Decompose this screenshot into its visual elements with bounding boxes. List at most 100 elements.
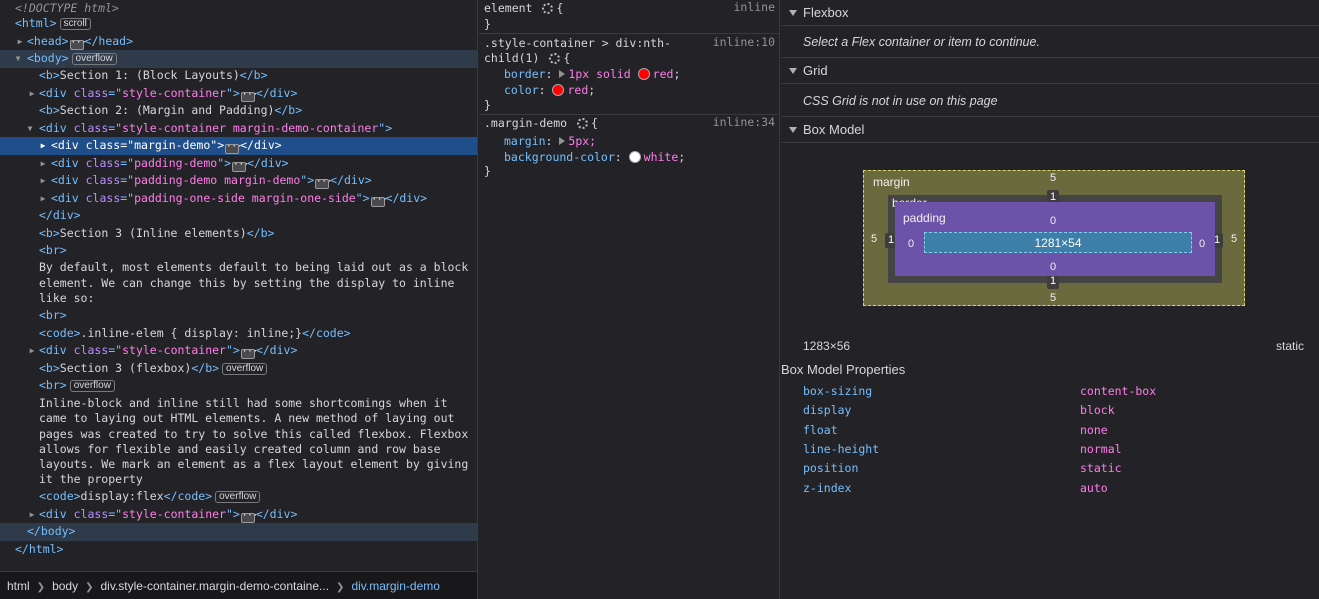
ellipsis-icon[interactable]: ···	[240, 512, 258, 523]
gear-icon[interactable]	[577, 118, 589, 129]
props-section-header[interactable]: Box Model Properties	[781, 361, 905, 379]
ellipsis-icon[interactable]: ···	[240, 91, 258, 102]
br-node[interactable]: <br>	[0, 242, 477, 260]
margin-top[interactable]: 5	[1047, 172, 1059, 184]
collapse-icon[interactable]: ▼	[26, 120, 34, 137]
overflow-badge[interactable]: overflow	[71, 53, 117, 65]
prop-name: position	[803, 461, 859, 475]
div-node[interactable]: ▶ <div class="style-container"> ···</div>	[0, 342, 477, 360]
declaration[interactable]: border: 1px solid red;	[484, 66, 779, 83]
chevron-down-icon	[789, 10, 797, 16]
scroll-badge[interactable]: scroll	[59, 18, 91, 30]
boxmodel-section-header[interactable]: Box Model	[781, 117, 1319, 143]
html-close[interactable]: </html>	[0, 541, 477, 559]
padding-right[interactable]: 0	[1196, 238, 1208, 250]
collapse-icon[interactable]: ▼	[14, 50, 22, 67]
ellipsis-icon[interactable]: ···	[69, 39, 87, 50]
expand-icon[interactable]: ▶	[16, 33, 24, 50]
div-node[interactable]: ▼ <div class="style-container margin-demo…	[0, 120, 477, 138]
prop-value[interactable]: auto	[1080, 481, 1108, 495]
div-node[interactable]: ▶ <div class="padding-one-side margin-one…	[0, 190, 477, 208]
text-node[interactable]: it the property	[0, 471, 477, 489]
div-close[interactable]: </div>	[0, 207, 477, 225]
element-size: 1283×56	[803, 339, 851, 353]
div-node[interactable]: ▶ <div class="style-container"> ···</div>	[0, 506, 477, 524]
ellipsis-icon[interactable]: ···	[232, 161, 249, 172]
overflow-badge[interactable]: overflow	[215, 491, 261, 503]
text-node[interactable]: came to laying out HTML elements. A new …	[0, 410, 477, 428]
overflow-badge[interactable]: overflow	[69, 380, 115, 392]
text-node[interactable]: By default, most elements default to bei…	[0, 259, 477, 277]
grid-section-header[interactable]: Grid	[781, 58, 1319, 84]
expand-icon[interactable]: ▶	[28, 85, 36, 102]
color-swatch-icon[interactable]	[637, 68, 650, 80]
gear-icon[interactable]	[542, 3, 554, 14]
b-node[interactable]: <b>Section 2: (Margin and Padding)</b>	[0, 102, 477, 120]
border-bottom[interactable]: 1	[1047, 274, 1059, 289]
rule-source[interactable]: inline	[733, 0, 775, 14]
prop-value[interactable]: none	[1080, 423, 1108, 437]
crumb-container[interactable]: div.style-container.margin-demo-containe…	[100, 579, 329, 593]
boxmodel-content[interactable]: 1281×54	[924, 232, 1192, 253]
rule-source[interactable]: inline:34	[713, 115, 775, 129]
selected-node[interactable]: ▶ <div class="margin-demo"> ···</div>	[0, 137, 477, 155]
b-node[interactable]: <b>Section 3 (Inline elements)</b>	[0, 225, 477, 243]
expand-icon[interactable]	[559, 70, 566, 78]
crumb-body[interactable]: body	[52, 579, 78, 593]
grid-note: CSS Grid is not in use on this page	[803, 94, 998, 108]
expand-icon[interactable]: ▶	[39, 190, 47, 207]
padding-left[interactable]: 0	[905, 238, 917, 250]
flexbox-section-header[interactable]: Flexbox	[781, 0, 1319, 26]
layout-view: Flexbox Select a Flex container or item …	[781, 0, 1319, 599]
expand-icon[interactable]: ▶	[39, 172, 47, 189]
prop-value[interactable]: content-box	[1080, 384, 1156, 398]
margin-left[interactable]: 5	[868, 233, 880, 245]
code-node[interactable]: <code>display:flex</code> overflow	[0, 488, 477, 506]
boxmodel-border[interactable]: border 1 1 1 1 padding 0 0 0 0 1281×54	[885, 190, 1223, 289]
ellipsis-icon[interactable]: ···	[370, 196, 388, 207]
overflow-badge[interactable]: overflow	[222, 363, 268, 375]
ellipsis-icon[interactable]: ···	[315, 178, 332, 189]
breadcrumb: html ❯ body ❯ div.style-container.margin-dem…	[0, 571, 477, 599]
color-swatch-icon[interactable]	[552, 84, 565, 96]
rules-view: element { inline } .style-container > di…	[479, 0, 780, 599]
prop-value[interactable]: normal	[1080, 442, 1122, 456]
padding-top[interactable]: 0	[1047, 215, 1059, 227]
margin-right[interactable]: 5	[1228, 233, 1240, 245]
expand-icon[interactable]	[559, 137, 566, 145]
expand-icon[interactable]: ▶	[39, 137, 47, 154]
html-node[interactable]: <html> scroll	[0, 15, 477, 33]
b-node[interactable]: <b>Section 3 (flexbox)</b> overflow	[0, 360, 477, 378]
br-node[interactable]: <br> overflow	[0, 377, 477, 395]
body-close[interactable]: </body>	[0, 523, 477, 541]
div-node[interactable]: ▶ <div class="style-container"> ···</div>	[0, 85, 477, 103]
expand-icon[interactable]: ▶	[39, 155, 47, 172]
chevron-down-icon	[789, 127, 797, 133]
expand-icon[interactable]: ▶	[28, 342, 36, 359]
boxmodel-padding[interactable]: padding 0 0 0 0 1281×54	[895, 202, 1215, 276]
prop-value[interactable]: block	[1080, 403, 1115, 417]
prop-value[interactable]: static	[1080, 461, 1122, 475]
body-node[interactable]: ▼ <body> overflow	[0, 50, 477, 68]
expand-icon[interactable]: ▶	[28, 506, 36, 523]
rule-source[interactable]: inline:10	[713, 35, 775, 49]
br-node[interactable]: <br>	[0, 307, 477, 325]
declaration[interactable]: margin: 5px;	[484, 133, 779, 150]
padding-bottom[interactable]: 0	[1047, 261, 1059, 273]
b-node[interactable]: <b>Section 1: (Block Layouts)</b>	[0, 67, 477, 85]
ellipsis-icon[interactable]: ···	[240, 348, 258, 359]
text-node[interactable]: like so:	[0, 290, 477, 308]
crumb-html[interactable]: html	[7, 579, 30, 593]
flexbox-note: Select a Flex container or item to conti…	[803, 35, 1040, 49]
crumb-margin-demo[interactable]: div.margin-demo	[351, 579, 439, 593]
ellipsis-icon[interactable]: ···	[225, 143, 242, 154]
div-node[interactable]: ▶ <div class="padding-demo margin-demo"> ·…	[0, 172, 477, 190]
head-node[interactable]: ▶ <head> ···</head>	[0, 33, 477, 51]
prop-name: line-height	[803, 442, 880, 456]
gear-icon[interactable]	[549, 53, 561, 64]
boxmodel-margin[interactable]: margin 5 5 5 5 border 1 1 1 1 padding 0 …	[863, 170, 1245, 306]
color-swatch-icon[interactable]	[628, 151, 641, 163]
code-node[interactable]: <code>.inline-elem { display: inline;}</…	[0, 325, 477, 343]
div-node[interactable]: ▶ <div class="padding-demo"> ···</div>	[0, 155, 477, 173]
margin-bottom[interactable]: 5	[1047, 292, 1059, 304]
